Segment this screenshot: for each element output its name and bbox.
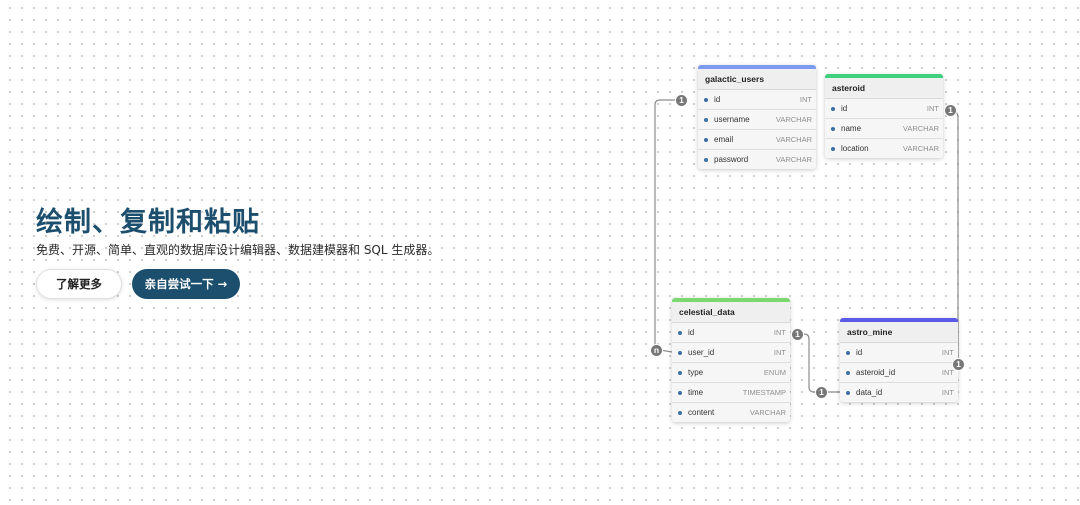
field-name: id: [841, 104, 848, 113]
field-type: VARCHAR: [775, 115, 812, 124]
field-type: VARCHAR: [749, 408, 786, 417]
field-name: user_id: [688, 348, 715, 357]
field-name: content: [688, 408, 715, 417]
field-handle-icon[interactable]: [704, 157, 708, 162]
field-handle-icon[interactable]: [678, 350, 682, 355]
table-field-row[interactable]: user_id INT: [672, 343, 790, 363]
field-name: time: [688, 388, 704, 397]
table-celestial-data[interactable]: celestial_data id INT user_id INT type E…: [672, 298, 790, 422]
field-handle-icon[interactable]: [704, 137, 708, 142]
table-field-row[interactable]: content VARCHAR: [672, 403, 790, 422]
field-name: location: [841, 144, 869, 153]
field-handle-icon[interactable]: [678, 330, 682, 335]
field-type: INT: [773, 328, 786, 337]
table-title: astro_mine: [840, 322, 958, 343]
table-field-row[interactable]: password VARCHAR: [698, 150, 816, 169]
table-field-row[interactable]: username VARCHAR: [698, 110, 816, 130]
cardinality-one-badge: 1: [791, 328, 804, 341]
field-name: type: [688, 368, 704, 377]
field-handle-icon[interactable]: [831, 146, 835, 151]
field-type: INT: [799, 95, 812, 104]
field-type: VARCHAR: [902, 124, 939, 133]
field-handle-icon[interactable]: [846, 370, 850, 375]
table-asteroid[interactable]: asteroid id INT name VARCHAR location VA…: [825, 74, 943, 158]
field-handle-icon[interactable]: [831, 106, 835, 111]
field-handle-icon[interactable]: [678, 390, 682, 395]
field-name: password: [714, 155, 749, 164]
field-name: email: [714, 135, 734, 144]
table-field-row[interactable]: asteroid_id INT: [840, 363, 958, 383]
table-field-row[interactable]: data_id INT: [840, 383, 958, 402]
field-name: id: [714, 95, 721, 104]
table-field-row[interactable]: id INT: [672, 323, 790, 343]
table-field-row[interactable]: email VARCHAR: [698, 130, 816, 150]
field-type: VARCHAR: [775, 135, 812, 144]
field-name: asteroid_id: [856, 368, 896, 377]
diagram-canvas[interactable]: 绘制、复制和粘贴 免费、开源、简单、直观的数据库设计编辑器、数据建模器和 SQL…: [0, 0, 1080, 505]
field-name: data_id: [856, 388, 883, 397]
field-type: TIMESTAMP: [742, 388, 786, 397]
cardinality-one-badge: 1: [944, 104, 957, 117]
field-type: VARCHAR: [902, 144, 939, 153]
field-type: INT: [941, 388, 954, 397]
field-name: name: [841, 124, 862, 133]
field-handle-icon[interactable]: [704, 97, 708, 102]
field-handle-icon[interactable]: [678, 410, 682, 415]
table-title: galactic_users: [698, 69, 816, 90]
field-type: INT: [941, 348, 954, 357]
field-handle-icon[interactable]: [831, 126, 835, 131]
field-handle-icon[interactable]: [704, 117, 708, 122]
field-name: id: [688, 328, 695, 337]
table-field-row[interactable]: type ENUM: [672, 363, 790, 383]
field-handle-icon[interactable]: [846, 350, 850, 355]
table-field-row[interactable]: time TIMESTAMP: [672, 383, 790, 403]
cardinality-one-badge: 1: [815, 386, 828, 399]
field-type: ENUM: [763, 368, 786, 377]
field-handle-icon[interactable]: [678, 370, 682, 375]
cardinality-one-badge: 1: [952, 358, 965, 371]
cardinality-one-badge: 1: [675, 94, 688, 107]
field-handle-icon[interactable]: [846, 390, 850, 395]
field-type: INT: [773, 348, 786, 357]
field-type: INT: [926, 104, 939, 113]
table-field-row[interactable]: location VARCHAR: [825, 139, 943, 158]
relation-celestial-astromine[interactable]: [797, 333, 840, 393]
table-field-row[interactable]: id INT: [698, 90, 816, 110]
table-field-row[interactable]: id INT: [840, 343, 958, 363]
field-name: username: [714, 115, 750, 124]
table-field-row[interactable]: id INT: [825, 99, 943, 119]
field-type: INT: [941, 368, 954, 377]
field-type: VARCHAR: [775, 155, 812, 164]
table-title: asteroid: [825, 78, 943, 99]
table-title: celestial_data: [672, 302, 790, 323]
table-galactic-users[interactable]: galactic_users id INT username VARCHAR e…: [698, 65, 816, 169]
field-name: id: [856, 348, 863, 357]
table-astro-mine[interactable]: astro_mine id INT asteroid_id INT data_i…: [840, 318, 958, 402]
cardinality-many-badge: n: [650, 344, 663, 357]
table-field-row[interactable]: name VARCHAR: [825, 119, 943, 139]
